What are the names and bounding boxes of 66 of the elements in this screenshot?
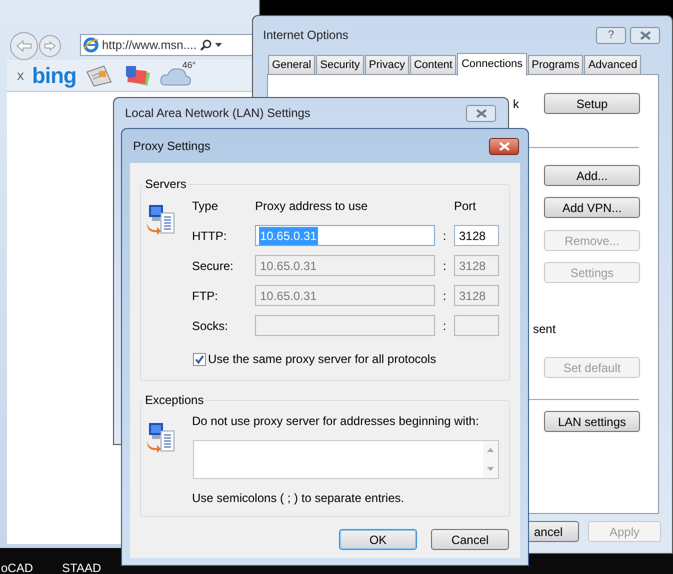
separator: : (442, 318, 446, 334)
column-header: Port (454, 198, 476, 215)
add-button[interactable]: Add... (544, 165, 640, 186)
close-toolbar-button[interactable]: x (17, 65, 24, 86)
label-fragment: k (513, 96, 519, 113)
window-title: Proxy Settings (133, 138, 210, 155)
separator: : (442, 288, 446, 304)
network-computer-icon (145, 203, 177, 237)
prompt-text: Do not use proxy server for addresses beginning with: (192, 413, 480, 430)
back-button[interactable] (10, 32, 38, 60)
forward-button[interactable] (39, 35, 61, 57)
desktop-icon-label[interactable]: oCAD (1, 561, 34, 574)
close-icon (476, 108, 486, 118)
checkmark-icon (195, 354, 204, 364)
close-button[interactable] (489, 138, 519, 154)
column-header: Proxy address to use (255, 198, 369, 215)
scroll-down-icon[interactable] (487, 466, 494, 471)
port-field[interactable] (454, 315, 499, 336)
scrollbar[interactable] (483, 441, 498, 478)
checkbox[interactable] (193, 352, 206, 366)
close-icon (498, 142, 510, 150)
window-title: Local Area Network (LAN) Settings (125, 105, 310, 122)
newspaper-icon[interactable] (84, 64, 114, 88)
tab[interactable]: Programs (528, 55, 584, 75)
tab[interactable]: Connections (457, 53, 527, 76)
label-fragment: sent (533, 321, 556, 338)
lan-settings-button[interactable]: LAN settings (544, 411, 640, 432)
port-field[interactable]: 3128 (454, 225, 499, 246)
browser-logo-icon (83, 37, 99, 53)
search-logo[interactable]: bing (32, 64, 76, 86)
address-text: http://www.msn.... (102, 37, 197, 54)
tab[interactable]: Content (410, 55, 456, 75)
window-title: Internet Options (263, 27, 348, 44)
tab[interactable]: General (268, 55, 316, 75)
network-computer-icon (145, 421, 177, 455)
group-label: Servers (144, 176, 188, 193)
setup-button[interactable]: Setup (544, 93, 640, 114)
right-arrow-icon (44, 41, 56, 51)
tab[interactable]: Advanced (584, 55, 642, 75)
group-label: Exceptions (144, 392, 205, 409)
separator: : (442, 228, 446, 244)
column-header: Type (192, 198, 220, 215)
protocol-label: FTP: (192, 288, 219, 304)
separator: : (442, 258, 446, 274)
scroll-up-icon[interactable] (487, 448, 494, 452)
tab[interactable]: Privacy (364, 55, 409, 75)
address-value: 10.65.0.31 (259, 288, 318, 304)
help-button[interactable]: ? (596, 26, 626, 44)
desktop-icon-label[interactable]: STAAD (62, 561, 102, 574)
checkbox-label: Use the same proxy server for all protocols (208, 351, 436, 368)
cancel-button[interactable]: Cancel (431, 529, 509, 550)
temperature-text: 46° (182, 58, 196, 72)
address-value: 10.65.0.31 (259, 258, 318, 274)
add-vpn-button[interactable]: Add VPN... (544, 197, 640, 218)
hint-text: Use semicolons ( ; ) to separate entries. (192, 490, 406, 507)
left-arrow-icon (16, 40, 32, 52)
tab[interactable]: Security (316, 55, 364, 75)
protocol-label: HTTP: (192, 228, 228, 244)
address-value: 10.65.0.31 (259, 226, 318, 244)
caret-icon[interactable] (214, 43, 222, 47)
close-icon (640, 30, 650, 40)
protocol-label: Secure: (192, 258, 234, 274)
protocol-label: Socks: (192, 318, 230, 334)
search-icon[interactable] (200, 39, 212, 51)
ok-button[interactable]: OK (339, 529, 417, 550)
exceptions-field[interactable] (193, 440, 499, 479)
